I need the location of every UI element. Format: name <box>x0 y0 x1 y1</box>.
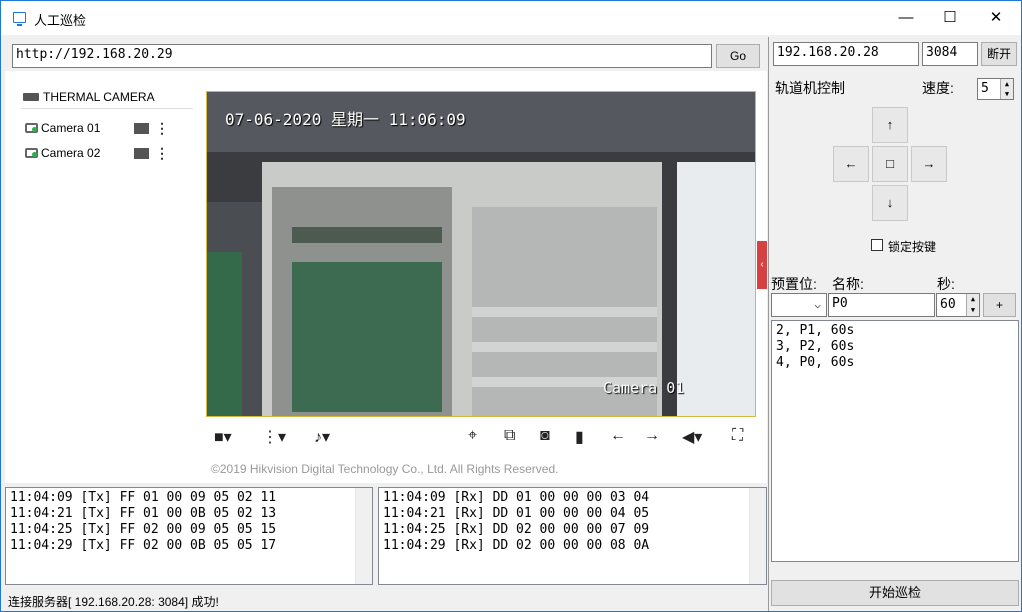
speed-stepper[interactable]: 5 ▲ ▼ <box>977 78 1014 100</box>
preset-select[interactable]: ⌵ <box>771 293 827 317</box>
log-line: 11:04:21 [Rx] DD 01 00 00 00 04 05 <box>383 506 650 521</box>
tx-log[interactable]: 11:04:09 [Tx] FF 01 00 09 05 02 11 11:04… <box>5 487 373 585</box>
osd-timestamp: 07-06-2020 星期一 11:06:09 <box>225 110 466 129</box>
camera-icon <box>25 148 38 158</box>
rx-log-scrollbar[interactable] <box>749 488 766 584</box>
monitor-icon <box>13 12 26 26</box>
copyright-text: ©2019 Hikvision Digital Technology Co., … <box>211 462 559 476</box>
ptz-menu-icon[interactable]: ⋮▾ <box>262 427 286 447</box>
move-right-button[interactable]: → <box>911 146 947 182</box>
video-toolbar: ■▾ ⋮▾ ♪▾ ⌖ ⧉ ◙ ▮ ← → ◀▾ ⛶ <box>206 419 756 454</box>
window-layout-icon[interactable]: ■▾ <box>214 427 232 447</box>
window-title: 人工巡检 <box>34 13 87 28</box>
maximize-button[interactable]: ☐ <box>927 1 973 35</box>
disconnect-button[interactable]: 断开 <box>981 42 1017 66</box>
video-preview[interactable]: 07-06-2020 星期一 11:06:09 Camera 01 <box>206 91 756 417</box>
camera-label: Camera 02 <box>41 146 101 160</box>
record-icon[interactable] <box>134 123 149 134</box>
device-row[interactable]: THERMAL CAMERA <box>21 87 193 109</box>
seconds-stepper[interactable]: 60 ▲ ▼ <box>936 293 980 317</box>
tx-log-scrollbar[interactable] <box>355 488 372 584</box>
record-icon[interactable] <box>134 148 149 159</box>
camera-label: Camera 01 <box>41 121 101 135</box>
dvr-icon <box>23 93 39 101</box>
camera-row[interactable]: Camera 01 ⋮ <box>21 117 193 139</box>
start-patrol-button[interactable]: 开始巡检 <box>771 580 1019 606</box>
list-item[interactable]: 3, P2, 60s <box>776 339 1014 355</box>
url-input[interactable]: http://192.168.20.29 <box>12 44 712 68</box>
close-button[interactable]: ✕ <box>973 1 1019 35</box>
speed-value: 5 <box>981 81 989 96</box>
next-icon[interactable]: → <box>644 427 660 445</box>
device-label: THERMAL CAMERA <box>43 90 155 104</box>
record-video-icon[interactable]: ▮ <box>575 427 584 447</box>
log-line: 11:04:25 [Tx] FF 02 00 09 05 05 15 <box>10 522 277 537</box>
go-button[interactable]: Go <box>716 44 760 68</box>
rx-log[interactable]: 11:04:09 [Rx] DD 01 00 00 00 03 04 11:04… <box>378 487 767 585</box>
lock-keys-checkbox[interactable] <box>871 239 883 251</box>
seconds-label: 秒: <box>937 276 955 292</box>
minimize-button[interactable]: — <box>883 1 929 35</box>
chevron-down-icon: ⌵ <box>814 298 821 311</box>
spin-down-icon[interactable]: ▼ <box>1000 89 1013 99</box>
speed-label: 速度: <box>922 80 954 96</box>
preset-name-input[interactable]: P0 <box>828 293 935 317</box>
preset-list[interactable]: 2, P1, 60s 3, P2, 60s 4, P0, 60s <box>771 320 1019 562</box>
seconds-value: 60 <box>940 297 956 312</box>
stop-button[interactable]: □ <box>872 146 908 182</box>
previous-icon[interactable]: ← <box>610 427 626 445</box>
mute-icon[interactable]: ◀▾ <box>682 427 702 447</box>
fullscreen-icon[interactable]: ⛶ <box>732 427 743 445</box>
log-line: 11:04:25 [Rx] DD 02 00 00 00 07 09 <box>383 522 650 537</box>
server-room-image <box>207 92 755 416</box>
log-line: 11:04:29 [Rx] DD 02 00 00 00 08 0A <box>383 538 650 553</box>
multi-window-icon[interactable]: ⧉ <box>504 427 515 445</box>
preset-label: 预置位: <box>771 276 817 292</box>
control-panel: 192.168.20.28 3084 断开 轨道机控制 速度: 5 ▲ ▼ ↑ … <box>768 37 1022 611</box>
status-bar: 连接服务器[ 192.168.20.28: 3084] 成功! <box>8 595 219 609</box>
title-bar: 人工巡检 — ☐ ✕ <box>1 1 1021 35</box>
snapshot-icon[interactable]: ◙ <box>540 427 550 445</box>
spin-up-icon[interactable]: ▲ <box>1000 79 1013 89</box>
name-label: 名称: <box>832 276 864 292</box>
log-line: 11:04:21 [Tx] FF 01 00 0B 05 02 13 <box>10 506 277 521</box>
server-ip-input[interactable]: 192.168.20.28 <box>773 42 919 66</box>
server-port-input[interactable]: 3084 <box>922 42 978 66</box>
move-up-button[interactable]: ↑ <box>872 107 908 143</box>
log-line: 11:04:09 [Tx] FF 01 00 09 05 02 11 <box>10 490 277 505</box>
list-item[interactable]: 4, P0, 60s <box>776 355 1014 371</box>
osd-channel-label: Camera 01 <box>603 379 685 397</box>
add-preset-button[interactable]: + <box>983 293 1016 317</box>
ptz-icon[interactable]: ⋮ <box>155 120 169 137</box>
microphone-icon[interactable]: ♪▾ <box>314 427 330 447</box>
rail-control-title: 轨道机控制 <box>775 80 845 96</box>
app-window: 人工巡检 — ☐ ✕ http://192.168.20.29 Go THERM… <box>0 0 1022 612</box>
move-left-button[interactable]: ← <box>833 146 869 182</box>
lock-keys-label: 锁定按键 <box>888 240 937 254</box>
collapse-panel-tab[interactable]: ‹ <box>757 241 767 289</box>
camera-row[interactable]: Camera 02 ⋮ <box>21 142 193 164</box>
map-icon[interactable]: ⌖ <box>468 427 477 445</box>
log-line: 11:04:09 [Rx] DD 01 00 00 00 03 04 <box>383 490 650 505</box>
ptz-icon[interactable]: ⋮ <box>155 145 169 162</box>
log-line: 11:04:29 [Tx] FF 02 00 0B 05 05 17 <box>10 538 277 553</box>
move-down-button[interactable]: ↓ <box>872 185 908 221</box>
camera-icon <box>25 123 38 133</box>
spin-down-icon[interactable]: ▼ <box>966 305 979 316</box>
spin-up-icon[interactable]: ▲ <box>966 294 979 305</box>
list-item[interactable]: 2, P1, 60s <box>776 323 1014 339</box>
